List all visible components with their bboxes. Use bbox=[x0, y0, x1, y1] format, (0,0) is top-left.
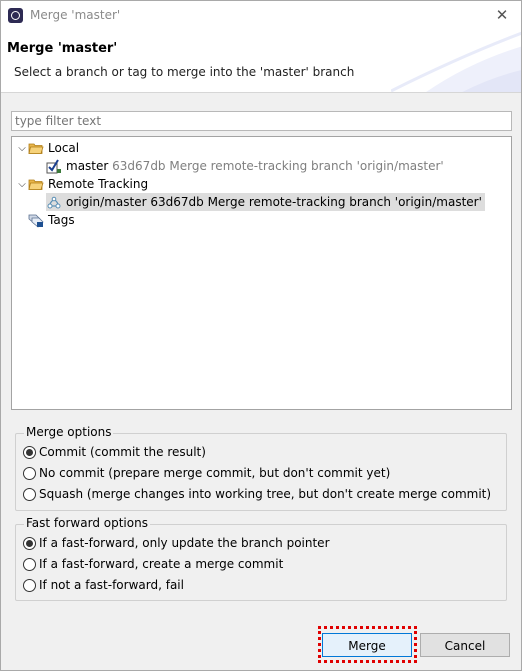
radio-label: Commit (commit the result) bbox=[39, 445, 206, 459]
radio-label: Squash (merge changes into working tree,… bbox=[39, 487, 492, 501]
tree-node-local[interactable]: ⌵ Local bbox=[16, 139, 79, 157]
dialog-description: Select a branch or tag to merge into the… bbox=[14, 65, 355, 79]
radio-button[interactable] bbox=[23, 466, 36, 480]
radio-button[interactable] bbox=[23, 487, 36, 501]
chevron-down-icon[interactable]: ⌵ bbox=[16, 143, 28, 154]
branch-checked-icon bbox=[46, 159, 61, 174]
dialog-banner: Merge 'master' Select a branch or tag to… bbox=[1, 31, 521, 92]
fast-forward-options-group: Fast forward options If a fast-forward, … bbox=[15, 516, 507, 601]
merge-dialog: Merge 'master' ✕ Merge 'master' Select a… bbox=[0, 0, 522, 671]
radio-button[interactable] bbox=[23, 578, 36, 592]
radio-ff-update-pointer[interactable]: If a fast-forward, only update the branc… bbox=[23, 534, 330, 552]
title-bar: Merge 'master' ✕ bbox=[1, 1, 521, 31]
radio-button[interactable] bbox=[23, 536, 36, 550]
tags-icon bbox=[28, 214, 44, 228]
cancel-button[interactable]: Cancel bbox=[420, 633, 510, 657]
tree-node-remote-tracking[interactable]: ⌵ Remote Tracking bbox=[16, 175, 148, 193]
tree-label-tags: Tags bbox=[48, 213, 75, 227]
radio-no-commit[interactable]: No commit (prepare merge commit, but don… bbox=[23, 464, 390, 482]
window-title: Merge 'master' bbox=[30, 8, 121, 22]
branch-name: origin/master bbox=[66, 195, 147, 209]
radio-label: If not a fast-forward, fail bbox=[39, 578, 184, 592]
commit-detail: 63d67db Merge remote-tracking branch 'or… bbox=[150, 195, 482, 209]
banner-decoration bbox=[391, 31, 521, 92]
tree-item-master[interactable]: master 63d67db Merge remote-tracking bra… bbox=[46, 157, 444, 175]
fast-forward-legend: Fast forward options bbox=[24, 516, 150, 530]
radio-label: No commit (prepare merge commit, but don… bbox=[39, 466, 391, 480]
radio-ff-create-commit[interactable]: If a fast-forward, create a merge commit bbox=[23, 555, 283, 573]
close-icon[interactable]: ✕ bbox=[493, 6, 511, 24]
radio-commit[interactable]: Commit (commit the result) bbox=[23, 443, 206, 461]
radio-ff-fail[interactable]: If not a fast-forward, fail bbox=[23, 576, 184, 594]
tree-label-local: Local bbox=[48, 141, 80, 155]
radio-squash[interactable]: Squash (merge changes into working tree,… bbox=[23, 485, 491, 503]
banner-divider bbox=[1, 92, 521, 93]
dialog-heading: Merge 'master' bbox=[7, 41, 118, 56]
folder-open-icon bbox=[28, 143, 44, 154]
tree-node-tags[interactable]: Tags bbox=[28, 211, 75, 229]
branch-name: master bbox=[66, 159, 109, 173]
merge-options-group: Merge options Commit (commit the result)… bbox=[15, 425, 507, 511]
radio-label: If a fast-forward, only update the branc… bbox=[39, 536, 330, 550]
filter-input[interactable] bbox=[11, 111, 512, 131]
merge-options-legend: Merge options bbox=[24, 425, 114, 439]
radio-button[interactable] bbox=[23, 445, 36, 459]
radio-button[interactable] bbox=[23, 557, 36, 571]
tree-label-remote-tracking: Remote Tracking bbox=[48, 177, 149, 191]
ref-tree[interactable]: ⌵ Local master 63d67db Merge remote-trac… bbox=[11, 136, 512, 410]
tree-item-origin-master[interactable]: origin/master 63d67db Merge remote-track… bbox=[46, 193, 485, 211]
merge-button[interactable]: Merge bbox=[322, 633, 412, 657]
remote-branch-icon bbox=[47, 196, 61, 209]
commit-detail: 63d67db Merge remote-tracking branch 'or… bbox=[112, 159, 444, 173]
folder-open-icon bbox=[28, 179, 44, 190]
eclipse-icon bbox=[8, 8, 23, 23]
chevron-down-icon[interactable]: ⌵ bbox=[16, 179, 28, 190]
radio-label: If a fast-forward, create a merge commit bbox=[39, 557, 284, 571]
